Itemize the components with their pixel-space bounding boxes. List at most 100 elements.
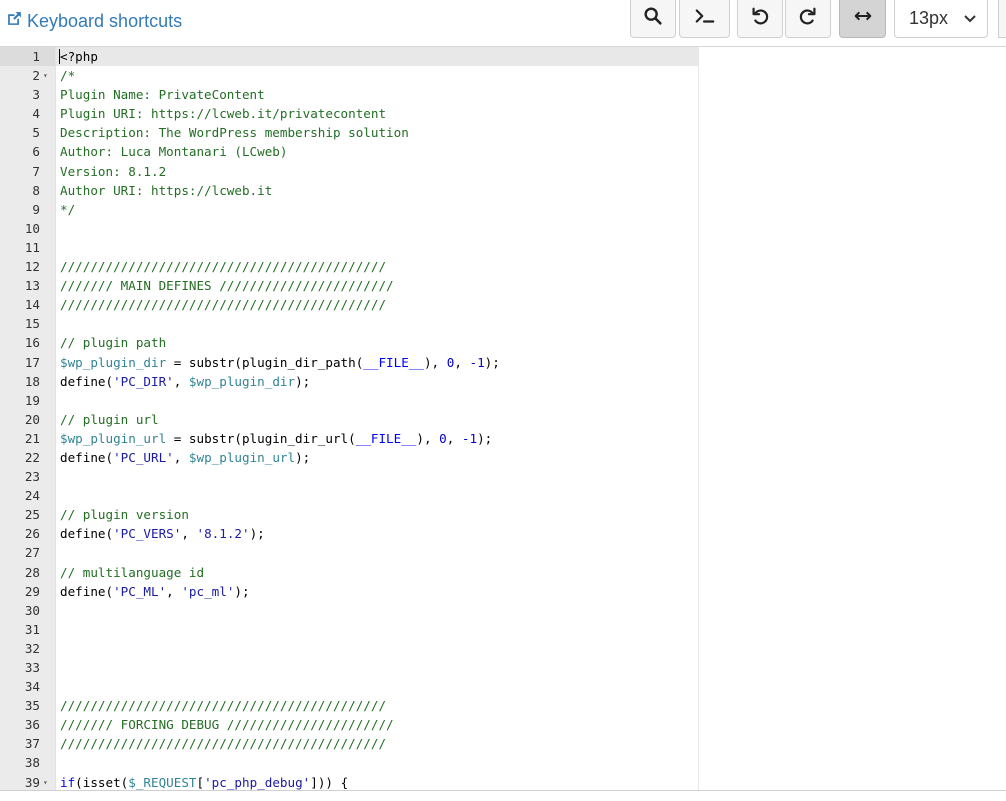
code-token: ])) { xyxy=(310,774,349,790)
line-number: 33 xyxy=(24,660,40,675)
code-line[interactable]: 10 xyxy=(0,219,700,238)
code-token: 'pc_ml' xyxy=(181,583,235,599)
code-text: Description: The WordPress membership so… xyxy=(60,123,409,142)
code-token: = substr(plugin_dir_path( xyxy=(166,354,364,370)
code-line[interactable]: 7 Version: 8.1.2 xyxy=(0,162,700,181)
code-token: ////////////////////////////////////////… xyxy=(60,698,387,714)
code-token: 0 xyxy=(439,430,447,446)
code-line[interactable]: 30 xyxy=(0,601,700,620)
code-token: Author URI: https://lcweb.it xyxy=(60,182,273,198)
line-number: 10 xyxy=(24,220,40,236)
code-editor[interactable]: 1 <?php 2 ▾/* 3 Plugin Name: PrivateContent 4 P… xyxy=(0,47,1006,790)
code-token: ); xyxy=(484,354,500,370)
code-lines: 1 <?php 2 ▾/* 3 Plugin Name: PrivateContent 4 P… xyxy=(0,47,700,790)
code-line[interactable]: 29 define('PC_ML', 'pc_ml'); xyxy=(0,582,700,601)
code-token: Version: 8.1.2 xyxy=(60,163,167,179)
search-button[interactable] xyxy=(630,0,676,38)
wrap-icon xyxy=(852,5,874,32)
code-line[interactable]: 28 // multilanguage id xyxy=(0,563,700,582)
line-number: 13 xyxy=(24,278,40,294)
code-line[interactable]: 21 $wp_plugin_url = substr(plugin_dir_url… xyxy=(0,429,700,448)
command-line-button[interactable] xyxy=(679,0,730,38)
code-line[interactable]: 16 // plugin path xyxy=(0,333,700,352)
more-options-button[interactable] xyxy=(998,0,1006,38)
code-token: ////////////////////////////////////////… xyxy=(60,736,387,752)
code-line[interactable]: 14 //////////////////////////////////////… xyxy=(0,295,700,314)
code-line[interactable]: 19 xyxy=(0,391,700,410)
code-line[interactable]: 8 Author URI: https://lcweb.it xyxy=(0,181,700,200)
code-token: ); xyxy=(295,373,311,389)
line-number: 16 xyxy=(24,335,40,351)
undo-button[interactable] xyxy=(737,0,783,38)
code-line[interactable]: 36 /////// FORCING DEBUG ////////////////… xyxy=(0,715,700,734)
code-text: ////////////////////////////////////////… xyxy=(60,295,386,314)
code-line[interactable]: 13 /////// MAIN DEFINES /////////////////… xyxy=(0,276,700,295)
code-line[interactable]: 9 */ xyxy=(0,200,700,219)
code-text: ////////////////////////////////////////… xyxy=(60,257,386,276)
code-line[interactable]: 37 //////////////////////////////////////… xyxy=(0,734,700,753)
code-token: 'PC_ML' xyxy=(113,583,167,599)
line-number: 31 xyxy=(24,621,40,637)
keyboard-shortcuts-link[interactable]: Keyboard shortcuts xyxy=(6,9,182,33)
code-line[interactable]: 33 xyxy=(0,658,700,677)
line-number: 20 xyxy=(24,411,40,427)
code-token: ), xyxy=(416,430,440,446)
code-line[interactable]: 32 xyxy=(0,639,700,658)
code-line[interactable]: 12 //////////////////////////////////////… xyxy=(0,257,700,276)
code-line[interactable]: 27 xyxy=(0,543,700,562)
line-number: 17 xyxy=(24,354,40,370)
code-line[interactable]: 39 ▾ if(isset($_REQUEST['pc_php_debug'])) … xyxy=(0,773,700,790)
line-number: 4 xyxy=(32,106,40,122)
horizontal-scrollbar[interactable] xyxy=(0,790,1006,801)
code-line[interactable]: 38 xyxy=(0,753,700,772)
line-number: 35 xyxy=(24,698,40,714)
code-token: <?php xyxy=(60,49,98,64)
fold-toggle-icon[interactable]: ▾ xyxy=(43,66,51,85)
code-line[interactable]: 18 define('PC_DIR', $wp_plugin_dir); xyxy=(0,372,700,391)
code-line[interactable]: 20 // plugin url xyxy=(0,410,700,429)
code-line[interactable]: 4 Plugin URI: https://lcweb.it/privatecon… xyxy=(0,104,700,123)
code-line[interactable]: 35 //////////////////////////////////////… xyxy=(0,696,700,715)
line-number: 2 xyxy=(32,68,40,84)
code-line[interactable]: 6 Author: Luca Montanari (LCweb) xyxy=(0,142,700,161)
code-line[interactable]: 17 $wp_plugin_dir = substr(plugin_dir_pat… xyxy=(0,353,700,372)
code-text: $wp_plugin_url = substr(plugin_dir_url(_… xyxy=(60,429,492,448)
line-number: 15 xyxy=(24,316,40,332)
text-cursor xyxy=(59,49,60,64)
code-line[interactable]: 34 xyxy=(0,677,700,696)
redo-button[interactable] xyxy=(785,0,831,38)
code-token: $_REQUEST xyxy=(128,774,197,790)
code-token: ), xyxy=(423,354,447,370)
editor-toolbar: Keyboard shortcuts 13px xyxy=(0,0,1006,47)
code-line[interactable]: 24 xyxy=(0,486,700,505)
fold-toggle-icon[interactable]: ▾ xyxy=(43,773,51,790)
line-number: 8 xyxy=(32,182,40,198)
code-line[interactable]: 3 Plugin Name: PrivateContent xyxy=(0,85,700,104)
code-text: define('PC_URL', $wp_plugin_url); xyxy=(60,448,310,467)
code-text: Author URI: https://lcweb.it xyxy=(60,181,272,200)
font-size-select[interactable]: 13px xyxy=(894,0,988,38)
code-line[interactable]: 5 Description: The WordPress membership s… xyxy=(0,123,700,142)
code-line[interactable]: 26 define('PC_VERS', '8.1.2'); xyxy=(0,524,700,543)
redo-icon xyxy=(797,5,819,32)
line-number: 5 xyxy=(32,125,40,141)
word-wrap-toggle[interactable] xyxy=(839,0,886,38)
code-token: ); xyxy=(249,526,265,542)
line-number: 9 xyxy=(32,201,40,217)
code-token: 'PC_DIR' xyxy=(113,373,174,389)
code-text: Version: 8.1.2 xyxy=(60,162,166,181)
code-line[interactable]: 23 xyxy=(0,467,700,486)
code-token: ); xyxy=(295,449,311,465)
line-number: 24 xyxy=(24,488,40,504)
code-token: ); xyxy=(234,583,250,599)
code-line[interactable]: 31 xyxy=(0,620,700,639)
code-token: 'PC_URL' xyxy=(113,449,174,465)
code-line[interactable]: 15 xyxy=(0,314,700,333)
code-line[interactable]: 1 <?php xyxy=(0,47,700,66)
code-token: , xyxy=(446,430,462,446)
code-line[interactable]: 11 xyxy=(0,238,700,257)
code-line[interactable]: 22 define('PC_URL', $wp_plugin_url); xyxy=(0,448,700,467)
code-token: 'pc_php_debug' xyxy=(204,774,311,790)
code-line[interactable]: 2 ▾ /* xyxy=(0,66,700,85)
code-line[interactable]: 25 // plugin version xyxy=(0,505,700,524)
